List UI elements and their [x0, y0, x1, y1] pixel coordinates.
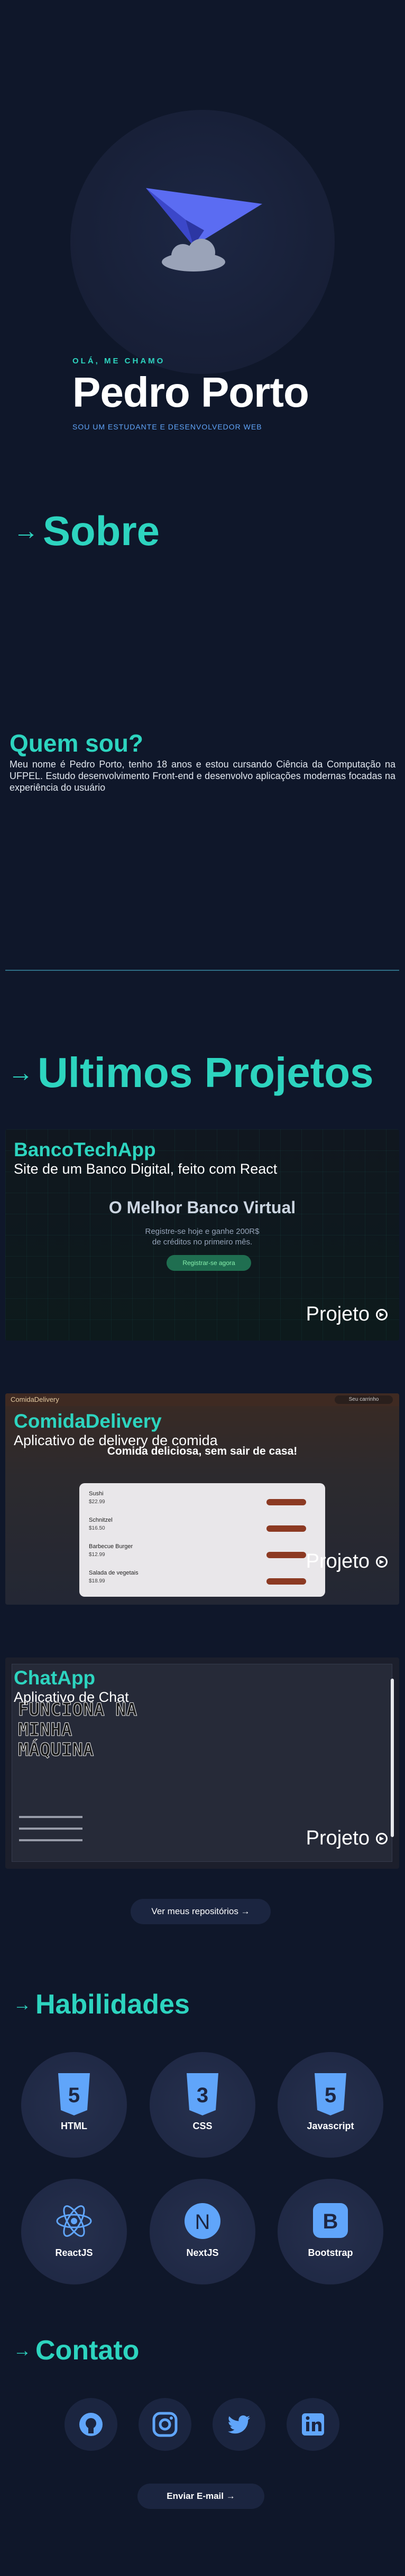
section-title-label: Ultimos Projetos [38, 1049, 374, 1096]
social-link-linkedin[interactable] [287, 2398, 339, 2451]
section-title-skills: → Habilidades [13, 1989, 190, 2020]
preview-topbar: ComidaDelivery Seu carrinho [5, 1393, 399, 1406]
section-divider [5, 970, 399, 971]
hero-avatar-circle [70, 110, 335, 374]
add-item-button [266, 1578, 306, 1585]
arrow-right-icon: → [8, 1058, 33, 1087]
social-link-github[interactable] [65, 2398, 117, 2451]
project-card-chatapp[interactable]: FUNCIONA NA MINHA MÁQUINA ChatApp Aplica… [5, 1657, 399, 1869]
social-link-twitter[interactable] [213, 2398, 265, 2451]
react-icon [56, 2205, 92, 2237]
add-item-button [266, 1499, 306, 1505]
skill-label: HTML [61, 2121, 87, 2131]
section-title-about: → Sobre [13, 507, 160, 555]
svg-text:5: 5 [325, 2084, 336, 2107]
skill-html: 5 HTML [21, 2052, 127, 2158]
skill-label: Javascript [307, 2121, 354, 2131]
section-title-projects: → Ultimos Projetos [8, 1048, 374, 1097]
linkedin-icon [302, 2413, 324, 2436]
section-title-label: Habilidades [35, 1989, 190, 2020]
html5-icon: 5 [58, 2073, 90, 2115]
arrow-circle-icon: ▶ [376, 1832, 388, 1844]
nextjs-icon: N [185, 2203, 220, 2239]
menu-item-name: Salada de vegetais [89, 1570, 139, 1576]
project-name: ChatApp [14, 1667, 96, 1689]
skill-bootstrap: B Bootstrap [278, 2179, 383, 2284]
skill-css: 3 CSS [150, 2052, 255, 2158]
skill-label: CSS [192, 2121, 213, 2131]
project-description: Aplicativo de delivery de comida [14, 1432, 218, 1448]
project-link-label: Projeto [306, 1827, 370, 1849]
svg-text:5: 5 [68, 2084, 80, 2107]
about-text: Meu nome é Pedro Porto, tenho 18 anos e … [10, 759, 395, 793]
skill-label: NextJS [186, 2247, 219, 2258]
send-email-button[interactable]: Enviar E-mail → [137, 2484, 264, 2509]
paper-plane-icon [146, 188, 262, 271]
bootstrap-icon: B [313, 2203, 348, 2238]
css3-icon: 3 [187, 2073, 218, 2115]
menu-item-name: Barbecue Burger [89, 1543, 133, 1550]
hero-greeting: OLÁ, ME CHAMO [72, 357, 165, 366]
svg-text:N: N [195, 2210, 210, 2234]
project-link-label: Projeto [306, 1303, 370, 1325]
project-link[interactable]: Projeto ▶ [306, 1303, 388, 1326]
preview-brand: ComidaDelivery [11, 1395, 59, 1403]
section-title-label: Sobre [43, 508, 160, 554]
menu-item-price: $18.99 [89, 1578, 105, 1584]
github-icon [79, 2413, 103, 2436]
section-title-contact: → Contato [13, 2335, 139, 2366]
menu-item: Salada de vegetais $18.99 [89, 1570, 139, 1584]
menu-item-name: Schnitzel [89, 1517, 113, 1523]
menu-item-name: Sushi [89, 1491, 104, 1497]
twitter-icon [228, 2415, 250, 2434]
preview-menu-card: Sushi $22.99 Schnitzel $16.50 Barbecue Bur… [79, 1483, 325, 1597]
arrow-right-icon: → [13, 2340, 31, 2360]
skill-javascript: 5 Javascript [278, 2052, 383, 2158]
project-card-bancotech[interactable]: O Melhor Banco Virtual Registre-se hoje … [5, 1129, 399, 1341]
instagram-icon [152, 2412, 178, 2437]
skill-nextjs: N NextJS [150, 2179, 255, 2284]
arrow-right-icon: → [13, 1994, 31, 2015]
javascript-icon: 5 [315, 2073, 346, 2115]
social-link-instagram[interactable] [139, 2398, 191, 2451]
preview-scrollbar [391, 1679, 394, 1837]
hero-role: SOU UM ESTUDANTE E DESENVOLVEDOR WEB [72, 423, 262, 431]
menu-item-price: $12.99 [89, 1552, 105, 1558]
project-link[interactable]: Projeto ▶ [306, 1827, 388, 1850]
menu-item: Sushi $22.99 [89, 1491, 105, 1505]
project-description: Aplicativo de Chat [14, 1689, 129, 1705]
preview-subtext: Registre-se hoje e ganhe 200R$ de crédit… [145, 1227, 260, 1247]
arrow-circle-icon: ▶ [376, 1556, 388, 1568]
skill-reactjs: ReactJS [21, 2179, 127, 2284]
svg-text:B: B [323, 2210, 338, 2233]
svg-text:3: 3 [197, 2084, 208, 2107]
project-card-comidadelivery[interactable]: ComidaDelivery Seu carrinho Comida delic… [5, 1393, 399, 1605]
arrow-right-icon: → [13, 517, 39, 545]
add-item-button [266, 1552, 306, 1558]
preview-register-button: Registrar-se agora [167, 1255, 251, 1271]
menu-item-price: $22.99 [89, 1499, 105, 1505]
menu-item-price: $16.50 [89, 1525, 105, 1531]
hero-name: Pedro Porto [72, 369, 309, 416]
preview-meme-text: FUNCIONA NA MINHA MÁQUINA [18, 1699, 137, 1760]
view-repos-button[interactable]: Ver meus repositórios → [131, 1899, 271, 1924]
project-name: BancoTechApp [14, 1139, 156, 1160]
skill-label: ReactJS [55, 2247, 93, 2258]
add-item-button [266, 1525, 306, 1532]
menu-item: Barbecue Burger $12.99 [89, 1543, 133, 1558]
section-title-label: Contato [35, 2335, 140, 2366]
preview-message-lines [19, 1816, 82, 1851]
preview-cart: Seu carrinho [335, 1395, 393, 1404]
skill-label: Bootstrap [308, 2247, 353, 2258]
project-link[interactable]: Projeto ▶ [306, 1550, 388, 1573]
preview-headline: O Melhor Banco Virtual [108, 1198, 296, 1217]
arrow-circle-icon: ▶ [376, 1308, 388, 1320]
project-description: Site de um Banco Digital, feito com Reac… [14, 1161, 278, 1177]
project-link-label: Projeto [306, 1550, 370, 1572]
about-heading: Quem sou? [10, 729, 144, 757]
menu-item: Schnitzel $16.50 [89, 1517, 113, 1531]
project-name: ComidaDelivery [14, 1410, 162, 1432]
